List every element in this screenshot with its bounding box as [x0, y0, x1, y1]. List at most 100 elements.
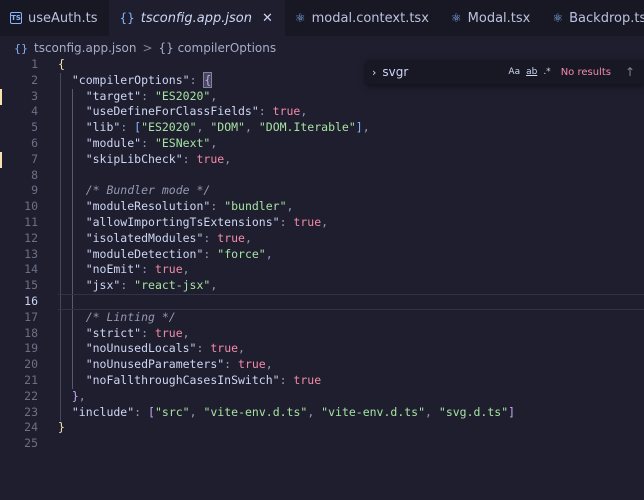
breadcrumb-file[interactable]: tsconfig.app.json: [34, 41, 136, 55]
code-line[interactable]: /* Linting */: [58, 310, 644, 326]
json-file-icon: {}: [14, 41, 28, 55]
code-content[interactable]: { "compilerOptions": { "target": "ES2020…: [58, 57, 644, 452]
tab-backdrop[interactable]: ⚛ Backdrop.tsx: [542, 0, 644, 36]
code-token: true: [154, 325, 183, 340]
tab-modal-context[interactable]: ⚛ modal.context.tsx: [285, 0, 441, 36]
code-token: :: [141, 135, 155, 150]
code-line[interactable]: [58, 168, 644, 184]
line-number: 21: [24, 372, 38, 387]
code-token: "noUnusedParameters": [58, 357, 225, 372]
line-number-gutter: 1 2 3 4 5 6 7 8 9 10 11 12 13 14 15 16 17 18 19 20 21 22 23 24 2…: [0, 57, 44, 452]
tab-modal[interactable]: ⚛ Modal.tsx: [441, 0, 542, 36]
code-line[interactable]: "moduleResolution": "bundler",: [58, 199, 644, 215]
code-token: "isolatedModules": [58, 230, 204, 245]
code-editor[interactable]: 1 2 3 4 5 6 7 8 9 10 11 12 13 14 15 16 17 18 19 20 21 22 23 24 2…: [0, 57, 644, 500]
code-line[interactable]: "noEmit": true,: [58, 262, 644, 278]
code-line[interactable]: "module": "ESNext",: [58, 136, 644, 152]
match-whole-word-toggle[interactable]: ab: [526, 67, 537, 77]
breadcrumb: {} tsconfig.app.json > {} compilerOption…: [0, 38, 644, 58]
react-file-icon: ⚛: [552, 11, 564, 25]
use-regex-toggle[interactable]: .*: [543, 67, 550, 77]
code-token: "src": [154, 404, 190, 419]
code-token: "svg.d.ts": [438, 404, 509, 419]
previous-match-arrow-icon[interactable]: ↑: [625, 65, 635, 79]
code-line[interactable]: [58, 293, 644, 310]
code-line[interactable]: "jsx": "react-jsx",: [58, 278, 644, 294]
code-token: ,: [224, 151, 232, 166]
code-line[interactable]: "moduleDetection": "force",: [58, 247, 644, 263]
code-token: ,: [300, 104, 308, 119]
code-line[interactable]: /* Bundler mode */: [58, 183, 644, 199]
code-line[interactable]: "target": "ES2020",: [58, 89, 644, 105]
code-line[interactable]: [58, 436, 644, 452]
code-token: :: [203, 246, 218, 261]
code-token: "DOM.Iterable": [258, 120, 356, 135]
line-number: 14: [24, 262, 38, 277]
code-token: "ES2020": [154, 88, 211, 103]
code-line[interactable]: "isolatedModules": true,: [58, 231, 644, 247]
line-number: 9: [31, 183, 38, 198]
code-token: :: [196, 341, 211, 356]
tab-useauth[interactable]: TS useAuth.ts: [0, 0, 109, 36]
code-token: "strict": [58, 325, 142, 340]
line-number: 5: [31, 120, 38, 135]
code-token: :: [279, 372, 294, 387]
line-number: 17: [24, 309, 38, 324]
match-case-toggle[interactable]: Aa: [508, 67, 520, 77]
code-token: ,: [78, 388, 86, 403]
code-token: ,: [210, 88, 218, 103]
code-token: :: [120, 278, 135, 293]
code-token: ,: [307, 404, 322, 419]
code-token: true: [210, 341, 239, 356]
find-input[interactable]: svgr: [382, 65, 502, 79]
code-line[interactable]: "noUnusedParameters": true,: [58, 357, 644, 373]
code-token: ,: [189, 404, 204, 419]
code-line[interactable]: "allowImportingTsExtensions": true,: [58, 215, 644, 231]
code-token: ,: [425, 404, 439, 419]
code-token: "DOM": [210, 120, 245, 135]
code-line[interactable]: "lib": ["ES2020", "DOM", "DOM.Iterable"]…: [58, 120, 644, 136]
tab-label: tsconfig.app.json: [140, 10, 252, 26]
code-token: ,: [244, 120, 259, 135]
code-token: {: [203, 71, 213, 88]
line-number: 7: [31, 151, 38, 166]
code-token: true: [196, 151, 225, 166]
code-token: "react-jsx": [134, 278, 211, 293]
code-token: "force": [217, 246, 266, 261]
code-token: :: [189, 72, 204, 87]
line-number: 13: [24, 246, 38, 261]
code-token: :: [141, 88, 155, 103]
code-token: ,: [265, 246, 273, 261]
find-widget: › svgr Aa ab .* No results ↑: [366, 60, 644, 84]
code-token: }: [58, 420, 65, 435]
code-token: ,: [182, 262, 190, 277]
code-token: true: [154, 262, 183, 277]
code-line[interactable]: "strict": true,: [58, 326, 644, 342]
line-number: 3: [31, 88, 38, 103]
line-number: 2: [31, 72, 38, 87]
react-file-icon: ⚛: [294, 11, 306, 25]
code-line[interactable]: },: [58, 389, 644, 405]
code-token: :: [141, 325, 155, 340]
tab-tsconfig-app-json[interactable]: {} tsconfig.app.json ✕: [109, 0, 285, 36]
code-line[interactable]: "noFallthroughCasesInSwitch": true: [58, 373, 644, 389]
code-line[interactable]: "skipLibCheck": true,: [58, 152, 644, 168]
code-line[interactable]: }: [58, 420, 644, 436]
json-file-icon: {}: [119, 11, 135, 25]
line-number: 19: [24, 341, 38, 356]
code-token: :: [141, 262, 155, 277]
code-token: "ESNext": [154, 135, 211, 150]
code-token: ,: [238, 341, 245, 356]
code-token: "noFallthroughCasesInSwitch": [58, 372, 280, 387]
code-token: true: [293, 214, 322, 229]
code-line[interactable]: "include": ["src", "vite-env.d.ts", "vit…: [58, 405, 644, 421]
code-token: ,: [265, 357, 273, 372]
close-tab-icon[interactable]: ✕: [262, 11, 273, 26]
tab-label: Modal.tsx: [467, 10, 531, 26]
code-token: "module": [58, 135, 142, 150]
code-token: :: [203, 230, 218, 245]
toggle-replace-chevron-icon[interactable]: ›: [372, 66, 376, 79]
breadcrumb-symbol[interactable]: {} compilerOptions: [159, 41, 277, 55]
code-line[interactable]: "useDefineForClassFields": true,: [58, 104, 644, 120]
code-line[interactable]: "noUnusedLocals": true,: [58, 341, 644, 357]
